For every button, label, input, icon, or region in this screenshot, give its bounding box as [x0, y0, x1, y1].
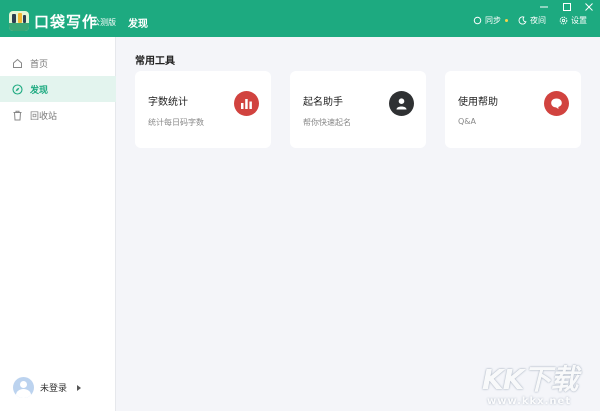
- chat-bubble-icon: [544, 91, 569, 116]
- tool-card-word-count[interactable]: 字数统计 统计每日码字数: [135, 71, 271, 148]
- night-mode-label: 夜间: [530, 16, 546, 25]
- sidebar-item-label: 回收站: [30, 111, 58, 122]
- maximize-icon: [563, 3, 571, 11]
- edition-label: 公测版: [92, 18, 116, 27]
- sync-icon: [473, 16, 482, 25]
- card-subtitle: Q&A: [458, 117, 477, 126]
- app-title: 口袋写作: [34, 13, 99, 31]
- tool-card-help[interactable]: 使用帮助 Q&A: [445, 71, 581, 148]
- home-icon: [13, 58, 22, 68]
- watermark: KK下载 www.kkx.net: [482, 358, 594, 410]
- moon-icon: [518, 16, 527, 25]
- sidebar-item-trash[interactable]: 回收站: [0, 102, 116, 128]
- settings-label: 设置: [571, 16, 587, 25]
- card-title: 使用帮助: [458, 97, 498, 108]
- sync-label: 同步: [485, 16, 501, 25]
- trash-icon: [13, 110, 22, 120]
- settings-button[interactable]: 设置: [559, 15, 587, 26]
- sidebar: 首页 发现 回收站 未登录: [0, 37, 116, 411]
- card-subtitle: 帮你快速起名: [303, 118, 351, 127]
- user-login[interactable]: 未登录: [13, 377, 82, 398]
- sidebar-item-label: 发现: [30, 85, 49, 96]
- minimize-icon: [540, 6, 548, 8]
- person-icon: [389, 91, 414, 116]
- gear-icon: [559, 16, 568, 25]
- sync-status-dot: [505, 19, 508, 22]
- nav-discover[interactable]: 发现: [128, 15, 148, 30]
- compass-icon: [12, 83, 23, 95]
- close-icon: [585, 3, 593, 11]
- sidebar-item-label: 首页: [30, 59, 49, 70]
- maximize-button[interactable]: [561, 2, 573, 12]
- app-logo: [9, 11, 29, 31]
- card-title: 字数统计: [148, 97, 188, 108]
- close-button[interactable]: [583, 2, 595, 12]
- minimize-button[interactable]: [538, 2, 550, 12]
- night-mode-button[interactable]: 夜间: [518, 15, 546, 26]
- caret-right-icon: [77, 384, 82, 391]
- bar-chart-icon: [234, 91, 259, 116]
- sidebar-item-discover[interactable]: 发现: [0, 76, 116, 102]
- card-title: 起名助手: [303, 97, 343, 108]
- avatar: [13, 377, 34, 398]
- watermark-url: www.kkx.net: [487, 396, 572, 407]
- watermark-text: KK下载: [482, 363, 578, 396]
- section-title: 常用工具: [135, 56, 175, 67]
- title-bar: 口袋写作 公测版 发现 同步 夜间 设置: [0, 0, 600, 37]
- user-label: 未登录: [40, 384, 68, 394]
- tool-card-name-helper[interactable]: 起名助手 帮你快速起名: [290, 71, 426, 148]
- sync-button[interactable]: 同步: [473, 15, 508, 26]
- sidebar-item-home[interactable]: 首页: [0, 50, 116, 76]
- card-subtitle: 统计每日码字数: [148, 118, 204, 127]
